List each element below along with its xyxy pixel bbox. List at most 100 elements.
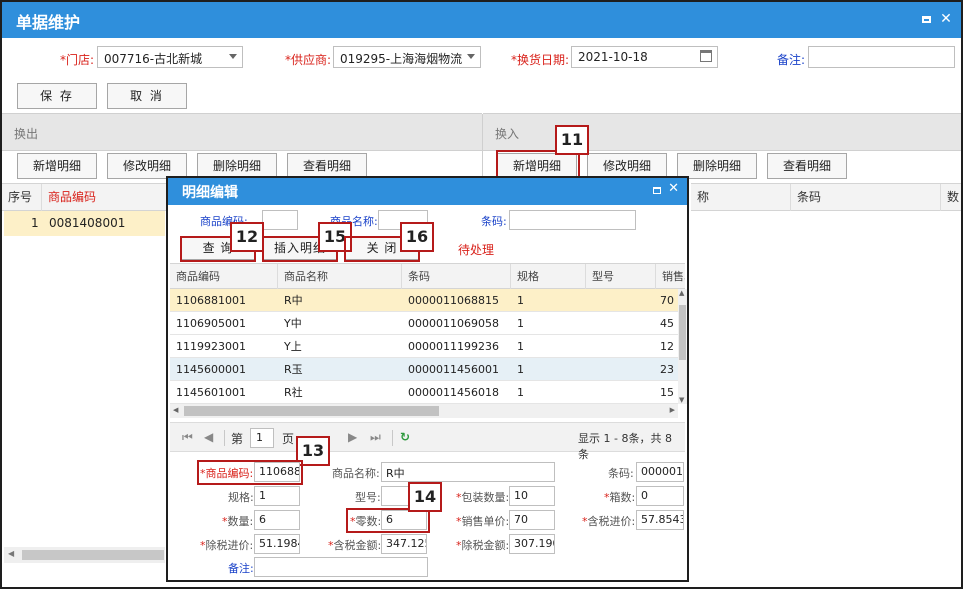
detail-tax-amount-input[interactable]: 347.125 <box>381 534 427 554</box>
in-delete-detail-button[interactable]: 删除明细 <box>677 153 757 179</box>
cancel-button[interactable]: 取 消 <box>107 83 187 109</box>
table-row[interactable]: 1106881001 R中 0000011068815 1 70 <box>170 289 678 312</box>
detail-pack-input[interactable]: 10 <box>509 486 555 506</box>
exchange-date-field[interactable]: 2021-10-18 <box>571 46 718 68</box>
row-code: 1106881001 <box>176 294 246 307</box>
out-col-code[interactable]: 商品编码 <box>42 184 168 211</box>
search-code-input[interactable] <box>262 210 298 230</box>
detail-box-input[interactable]: 0 <box>636 486 684 506</box>
scroll-down-icon[interactable]: ▼ <box>679 396 684 404</box>
out-add-detail-button[interactable]: 新增明细 <box>17 153 97 179</box>
pager-separator <box>224 430 225 446</box>
restore-icon[interactable] <box>653 183 661 197</box>
in-view-detail-button[interactable]: 查看明细 <box>767 153 847 179</box>
save-button[interactable]: 保 存 <box>17 83 97 109</box>
detail-spec-input[interactable]: 1 <box>254 486 300 506</box>
detail-notax-amount-input[interactable]: 307.190 <box>509 534 555 554</box>
out-grid-header: 序号 商品编码 <box>2 183 168 211</box>
row-spec: 1 <box>517 294 524 307</box>
page-number-input[interactable]: 1 <box>250 428 274 448</box>
store-combo[interactable]: 007716-古北新城 <box>97 46 243 68</box>
row-price: 70 <box>660 294 674 307</box>
dialog-grid-hscrollbar[interactable]: ◀ ▶ <box>170 404 678 418</box>
table-row[interactable]: 1106905001 Y中 0000011069058 1 45 <box>170 312 678 335</box>
detail-tax-amount-label: *含税金额: <box>328 539 382 552</box>
store-value: 007716-古北新城 <box>104 52 203 66</box>
store-label: *门店: <box>60 53 95 67</box>
search-barcode-input[interactable] <box>509 210 636 230</box>
scroll-right-icon[interactable]: ▶ <box>670 406 675 414</box>
col-sale-price[interactable]: 销售单 <box>656 264 685 289</box>
supplier-combo[interactable]: 019295-上海海烟物流 <box>333 46 481 68</box>
col-name[interactable]: 商品名称 <box>278 264 402 289</box>
dialog-grid-vscrollbar[interactable]: ▲ ▼ <box>678 289 687 404</box>
prev-page-icon[interactable]: ◀ <box>204 430 213 444</box>
col-barcode[interactable]: 条码 <box>402 264 511 289</box>
row-name: Y中 <box>284 317 302 330</box>
out-grid-hscrollbar[interactable]: ◀ <box>4 547 165 563</box>
scroll-left-icon[interactable]: ◀ <box>173 406 178 414</box>
restore-icon[interactable] <box>917 10 935 28</box>
col-code[interactable]: 商品编码 <box>170 264 278 289</box>
remark-input[interactable] <box>808 46 955 68</box>
detail-notax-amount-label: *除税金额: <box>456 539 510 552</box>
row-code: 1145601001 <box>176 386 246 399</box>
row-name: Y上 <box>284 340 302 353</box>
table-row[interactable]: 1119923001 Y上 0000011199236 1 12 <box>170 335 678 358</box>
dialog-title: 明细编辑 <box>182 185 238 201</box>
first-page-icon[interactable]: ⏮ <box>182 430 193 445</box>
chevron-down-icon <box>229 54 237 59</box>
detail-sale-price-label: *销售单价: <box>456 515 510 528</box>
col-model[interactable]: 型号 <box>586 264 656 289</box>
in-col-barcode[interactable]: 条码 <box>791 184 941 211</box>
detail-qty-label: *数量: <box>222 515 254 528</box>
pager-separator <box>392 430 393 446</box>
table-row[interactable]: 1145600001 R玉 0000011456001 1 23 <box>170 358 678 381</box>
refresh-icon[interactable]: ↻ <box>400 430 410 444</box>
detail-name-input[interactable]: R中 <box>381 462 555 482</box>
detail-sale-price-input[interactable]: 70 <box>509 510 555 530</box>
row-name: R玉 <box>284 363 303 376</box>
detail-tax-cost-input[interactable]: 57.8543 <box>636 510 684 530</box>
next-page-icon[interactable]: ▶ <box>348 430 357 444</box>
dialog-titlebar: 明细编辑 ✕ <box>168 178 687 205</box>
row-name: R社 <box>284 386 303 399</box>
chevron-down-icon <box>467 54 475 59</box>
page-suffix: 页 <box>282 432 295 446</box>
scroll-thumb[interactable] <box>679 305 686 360</box>
row-name: R中 <box>284 294 303 307</box>
col-spec[interactable]: 规格 <box>511 264 586 289</box>
row-barcode: 0000011456001 <box>408 363 499 376</box>
callout-11: 11 <box>555 125 589 155</box>
close-icon[interactable]: ✕ <box>668 181 679 196</box>
scroll-up-icon[interactable]: ▲ <box>679 289 684 297</box>
in-grid-header: 称 条码 数 <box>691 183 961 211</box>
detail-barcode-input[interactable]: 000001 <box>636 462 684 482</box>
detail-spec-label: 规格: <box>228 491 254 504</box>
scroll-thumb[interactable] <box>184 406 439 416</box>
out-col-seq[interactable]: 序号 <box>2 184 42 211</box>
row-spec: 1 <box>517 317 524 330</box>
scroll-thumb[interactable] <box>22 550 164 560</box>
table-row[interactable]: 1 0081408001 <box>4 211 165 236</box>
detail-qty-input[interactable]: 6 <box>254 510 300 530</box>
status-text: 待处理 <box>458 243 495 257</box>
scroll-left-icon[interactable]: ◀ <box>8 549 14 558</box>
table-row[interactable]: 1145601001 R社 0000011456018 1 15 <box>170 381 678 404</box>
in-col-name[interactable]: 称 <box>691 184 791 211</box>
out-section-title: 换出 <box>14 127 39 141</box>
callout-highlight-13 <box>197 460 303 485</box>
exchange-date-label: *换货日期: <box>511 53 570 67</box>
detail-remark-input[interactable] <box>254 557 428 577</box>
page-prefix: 第 <box>231 432 244 446</box>
row-price: 23 <box>660 363 674 376</box>
last-page-icon[interactable]: ⏭ <box>370 430 381 445</box>
row-price: 45 <box>660 317 674 330</box>
row-code: 1145600001 <box>176 363 246 376</box>
remark-label: 备注: <box>777 53 806 67</box>
detail-notax-cost-input[interactable]: 51.1984 <box>254 534 300 554</box>
calendar-icon[interactable] <box>700 50 712 62</box>
close-icon[interactable]: ✕ <box>937 10 955 28</box>
in-col-qty[interactable]: 数 <box>941 184 961 211</box>
supplier-label: *供应商: <box>285 53 332 67</box>
